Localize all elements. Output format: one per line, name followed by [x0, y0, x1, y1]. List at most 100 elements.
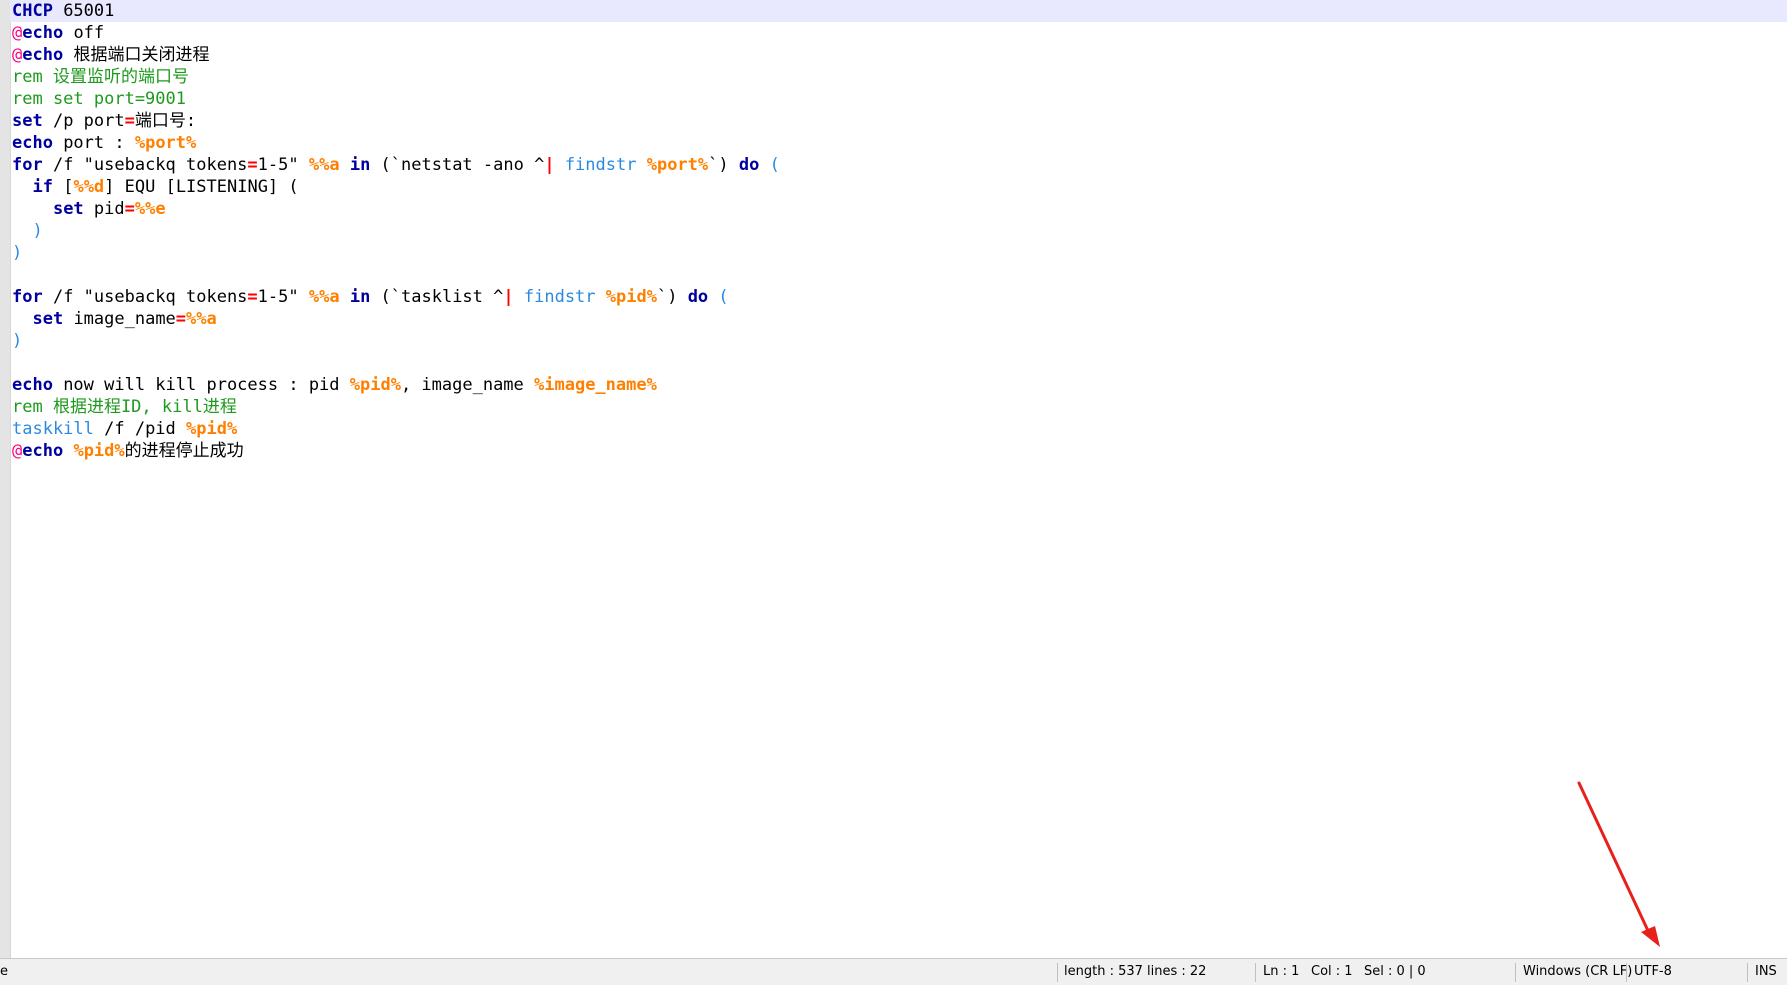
code-token: port :: [52, 133, 135, 153]
code-token: /f /pid: [93, 419, 187, 439]
status-separator: [1747, 963, 1748, 982]
code-token: do: [738, 155, 760, 175]
code-token: do: [687, 287, 709, 307]
code-token: findstr: [564, 155, 637, 175]
code-token: @: [12, 45, 23, 65]
code-token: |: [544, 155, 555, 175]
code-line[interactable]: echo now will kill process : pid %pid%, …: [12, 374, 1787, 396]
code-line[interactable]: echo port : %port%: [12, 132, 1787, 154]
code-token: 根据端口关闭进程: [63, 45, 210, 65]
code-token: ] EQU [LISTENING] (: [104, 177, 299, 197]
code-line[interactable]: CHCP 65001: [10, 0, 1787, 22]
code-token: set: [12, 111, 43, 131]
status-mode[interactable]: INS: [1755, 959, 1777, 985]
code-token: rem 设置监听的端口号: [12, 67, 189, 87]
code-token: , image_name: [400, 375, 535, 395]
code-token: =: [175, 309, 187, 329]
code-line[interactable]: rem 设置监听的端口号: [12, 66, 1787, 88]
code-line[interactable]: if [%%d] EQU [LISTENING] (: [12, 176, 1787, 198]
status-col: Col : 1: [1311, 964, 1353, 979]
status-separator: [1255, 963, 1256, 982]
code-token: %%a: [186, 309, 217, 329]
code-area[interactable]: CHCP 65001 @echo off @echo 根据端口关闭进程 rem 设置监…: [10, 0, 1787, 462]
code-token: 1-5": [257, 155, 309, 175]
code-token: %pid%: [349, 375, 401, 395]
code-token: (`netstat -ano ^: [370, 155, 545, 175]
code-token: echo: [12, 375, 53, 395]
code-line[interactable]: @echo 根据端口关闭进程: [12, 44, 1787, 66]
status-left-fragment: e: [0, 964, 8, 979]
code-token: %port%: [646, 155, 709, 175]
code-line[interactable]: [12, 352, 1787, 374]
status-separator: [1626, 963, 1627, 982]
code-token: %pid%: [186, 419, 238, 439]
code-token: %image_name%: [534, 375, 657, 395]
code-token: %pid%: [73, 441, 125, 461]
code-token: image_name: [63, 309, 176, 329]
code-token: echo: [22, 45, 64, 65]
code-token: /f "usebackq tokens: [42, 287, 248, 307]
code-token: =: [124, 199, 135, 219]
code-token: /f "usebackq tokens: [42, 155, 248, 175]
code-line[interactable]: rem set port=9001: [12, 88, 1787, 110]
code-token: echo: [22, 441, 64, 461]
code-token: echo: [22, 23, 64, 43]
code-token: if: [32, 177, 53, 197]
code-token: %%a: [308, 155, 340, 175]
code-token: ): [12, 331, 23, 351]
status-ln: Ln : 1: [1263, 964, 1300, 979]
code-line[interactable]: set pid=%%e: [12, 198, 1787, 220]
code-token: CHCP: [12, 1, 53, 21]
code-token: |: [503, 287, 514, 307]
code-line[interactable]: @echo off: [12, 22, 1787, 44]
code-line[interactable]: set /p port=端口号:: [12, 110, 1787, 132]
code-token: 端口号:: [134, 111, 197, 131]
code-line[interactable]: ): [12, 242, 1787, 264]
code-line[interactable]: for /f "usebackq tokens=1-5" %%a in (`ne…: [12, 154, 1787, 176]
code-line[interactable]: ): [12, 220, 1787, 242]
status-encoding[interactable]: UTF-8: [1634, 959, 1672, 985]
code-token: now will kill process : pid: [52, 375, 350, 395]
code-line[interactable]: ): [12, 330, 1787, 352]
code-token: rem set port=9001: [12, 89, 186, 109]
code-line[interactable]: set image_name=%%a: [12, 308, 1787, 330]
code-token: %%e: [134, 199, 166, 219]
code-token: (: [769, 155, 780, 175]
status-sel: Sel : 0 | 0: [1364, 964, 1426, 979]
editor-margin: [0, 0, 11, 958]
code-token: [: [52, 177, 74, 197]
code-token: in: [349, 155, 371, 175]
code-token: 65001: [52, 1, 115, 21]
code-token: %pid%: [605, 287, 657, 307]
code-token: rem 根据进程ID, kill进程: [12, 397, 237, 417]
status-eol[interactable]: Windows (CR LF): [1523, 959, 1632, 985]
code-token: (`tasklist ^: [370, 287, 504, 307]
code-line[interactable]: taskkill /f /pid %pid%: [12, 418, 1787, 440]
code-line[interactable]: for /f "usebackq tokens=1-5" %%a in (`ta…: [12, 286, 1787, 308]
code-token: pid: [83, 199, 125, 219]
code-token: %%a: [308, 287, 340, 307]
status-length: length : 537: [1064, 964, 1143, 979]
code-line[interactable]: [12, 264, 1787, 286]
code-token: echo: [12, 133, 53, 153]
code-token: (: [718, 287, 729, 307]
code-editor[interactable]: CHCP 65001 @echo off @echo 根据端口关闭进程 rem 设置监…: [0, 0, 1787, 958]
code-token: %%d: [73, 177, 105, 197]
code-token: set: [32, 309, 64, 329]
code-token: in: [349, 287, 371, 307]
code-line[interactable]: @echo %pid%的进程停止成功: [12, 440, 1787, 462]
status-separator: [1515, 963, 1516, 982]
status-bar: e length : 537 lines : 22 Ln : 1 Col : 1…: [0, 958, 1787, 985]
code-token: 1-5": [257, 287, 309, 307]
code-line[interactable]: rem 根据进程ID, kill进程: [12, 396, 1787, 418]
code-token: `): [656, 287, 688, 307]
